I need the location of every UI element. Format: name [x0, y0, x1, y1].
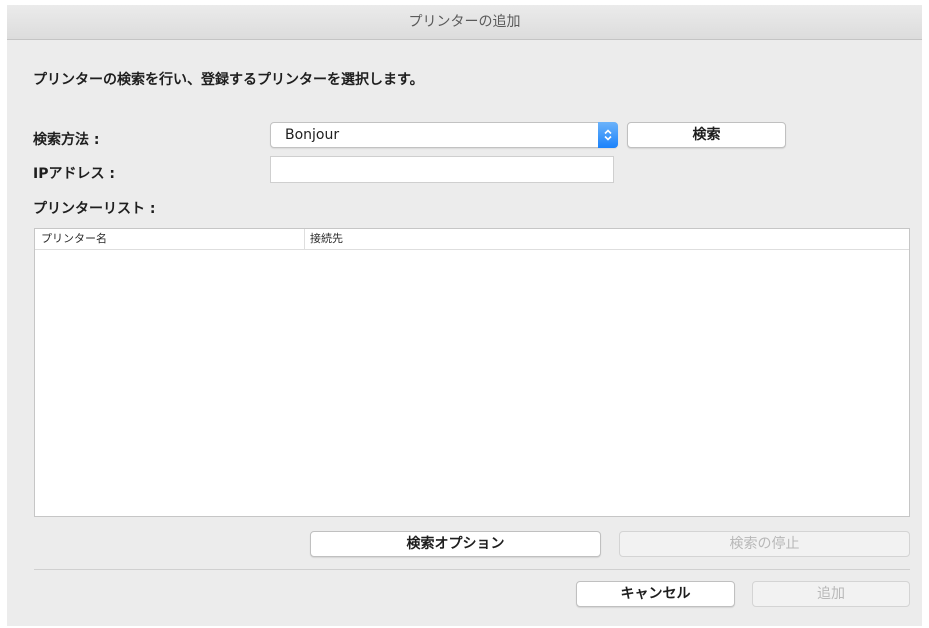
search-method-value: Bonjour [285, 127, 340, 143]
divider [34, 569, 910, 570]
ip-address-label: IPアドレス : [33, 166, 115, 182]
add-printer-dialog: プリンターの追加 プリンターの検索を行い、登録するプリンターを選択します。 検索… [7, 5, 922, 626]
window-title: プリンターの追加 [408, 14, 521, 30]
search-method-select[interactable]: Bonjour [270, 122, 618, 148]
updown-chevron-icon[interactable] [598, 122, 618, 148]
cancel-button[interactable]: キャンセル [576, 581, 735, 607]
instruction-text: プリンターの検索を行い、登録するプリンターを選択します。 [33, 72, 424, 88]
search-method-label: 検索方法 : [33, 132, 100, 148]
search-options-button[interactable]: 検索オプション [310, 531, 601, 557]
column-header-printer-name[interactable]: プリンター名 [35, 229, 305, 249]
printer-list-label: プリンターリスト : [33, 201, 156, 217]
stop-search-button[interactable]: 検索の停止 [619, 531, 910, 557]
printer-list-table[interactable]: プリンター名 接続先 [34, 228, 910, 517]
search-button[interactable]: 検索 [627, 122, 786, 148]
add-button[interactable]: 追加 [752, 581, 910, 607]
column-header-connection[interactable]: 接続先 [305, 229, 909, 249]
table-header: プリンター名 接続先 [35, 229, 909, 250]
ip-address-input[interactable] [270, 156, 614, 183]
window-titlebar[interactable]: プリンターの追加 [7, 5, 922, 40]
